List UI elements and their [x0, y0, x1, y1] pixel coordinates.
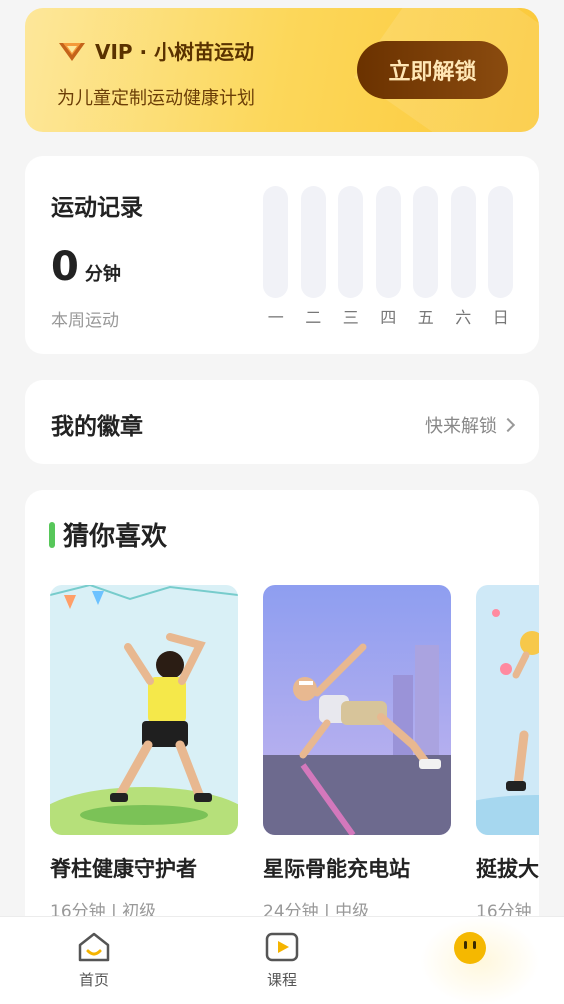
course-title: 挺拔大	[476, 857, 539, 881]
day-column: 三	[332, 186, 370, 328]
course-card[interactable]: 脊柱健康守护者 16分钟 | 初级	[50, 585, 238, 922]
section-accent	[49, 521, 55, 548]
course-thumbnail	[50, 585, 238, 835]
weekly-minutes-unit: 分钟	[84, 264, 121, 285]
course-title: 星际骨能充电站	[263, 857, 410, 881]
day-bar	[375, 186, 401, 298]
tab-courses[interactable]: 课程	[242, 931, 322, 990]
course-illustration-posture	[476, 585, 539, 835]
course-illustration-dance	[263, 585, 451, 835]
record-caption: 本周运动	[51, 311, 119, 331]
vip-subtitle: 为儿童定制运动健康计划	[57, 88, 255, 109]
record-title: 运动记录	[51, 195, 143, 221]
course-carousel[interactable]: 脊柱健康守护者 16分钟 | 初级 星际骨能充电站 24分钟 | 中级 挺拔大 …	[50, 585, 539, 945]
day-bar	[300, 186, 326, 298]
course-thumbnail	[263, 585, 451, 835]
day-label: 四	[380, 308, 397, 327]
day-label: 日	[492, 308, 509, 327]
course-thumbnail	[476, 585, 539, 835]
my-badges-card[interactable]: 我的徽章 快来解锁	[25, 380, 539, 464]
course-title: 脊柱健康守护者	[50, 857, 197, 881]
unlock-now-button[interactable]: 立即解锁	[357, 41, 508, 99]
mascot-face-icon	[454, 932, 486, 964]
day-column: 六	[445, 186, 483, 328]
day-label: 一	[267, 308, 284, 327]
course-card[interactable]: 挺拔大 16分钟	[476, 585, 539, 922]
unlock-badges-label: 快来解锁	[425, 416, 497, 437]
weekly-minutes: 0 分钟	[51, 244, 121, 290]
vip-title-row: VIP · 小树苗运动	[57, 36, 254, 65]
day-bar	[263, 186, 289, 298]
day-bar	[413, 186, 439, 298]
course-illustration-stretch	[50, 585, 238, 835]
day-column: 二	[295, 186, 333, 328]
day-label: 二	[305, 308, 322, 327]
badges-title: 我的徽章	[51, 414, 143, 440]
diamond-v-icon	[59, 42, 85, 61]
day-column: 一	[257, 186, 295, 328]
course-card[interactable]: 星际骨能充电站 24分钟 | 中级	[263, 585, 451, 922]
unlock-badges-link[interactable]: 快来解锁	[425, 412, 516, 438]
weekly-bar-chart: 一 二 三 四 五 六 日	[257, 186, 520, 328]
day-label: 五	[417, 308, 434, 327]
exercise-record-card[interactable]: 运动记录 0 分钟 本周运动 一 二 三 四 五 六 日	[25, 156, 539, 354]
tab-home[interactable]: 首页	[54, 931, 134, 990]
play-icon	[265, 932, 299, 962]
day-column: 五	[407, 186, 445, 328]
home-icon	[78, 932, 110, 962]
chevron-right-icon	[500, 417, 516, 433]
day-bar	[450, 186, 476, 298]
vip-title: VIP · 小树苗运动	[95, 40, 255, 64]
tab-home-label: 首页	[78, 971, 109, 989]
section-title: 猜你喜欢	[63, 522, 168, 552]
day-label: 三	[342, 308, 359, 327]
bottom-tab-bar: 首页 课程	[0, 916, 564, 1004]
section-header: 猜你喜欢	[49, 516, 167, 553]
tab-profile[interactable]	[420, 917, 540, 1004]
day-column: 日	[482, 186, 520, 328]
day-bar	[338, 186, 364, 298]
tab-courses-label: 课程	[266, 971, 297, 989]
vip-banner[interactable]: VIP · 小树苗运动 为儿童定制运动健康计划 立即解锁	[25, 8, 539, 132]
day-bar	[488, 186, 514, 298]
day-label: 六	[455, 308, 472, 327]
day-column: 四	[370, 186, 408, 328]
weekly-minutes-value: 0	[51, 244, 79, 290]
